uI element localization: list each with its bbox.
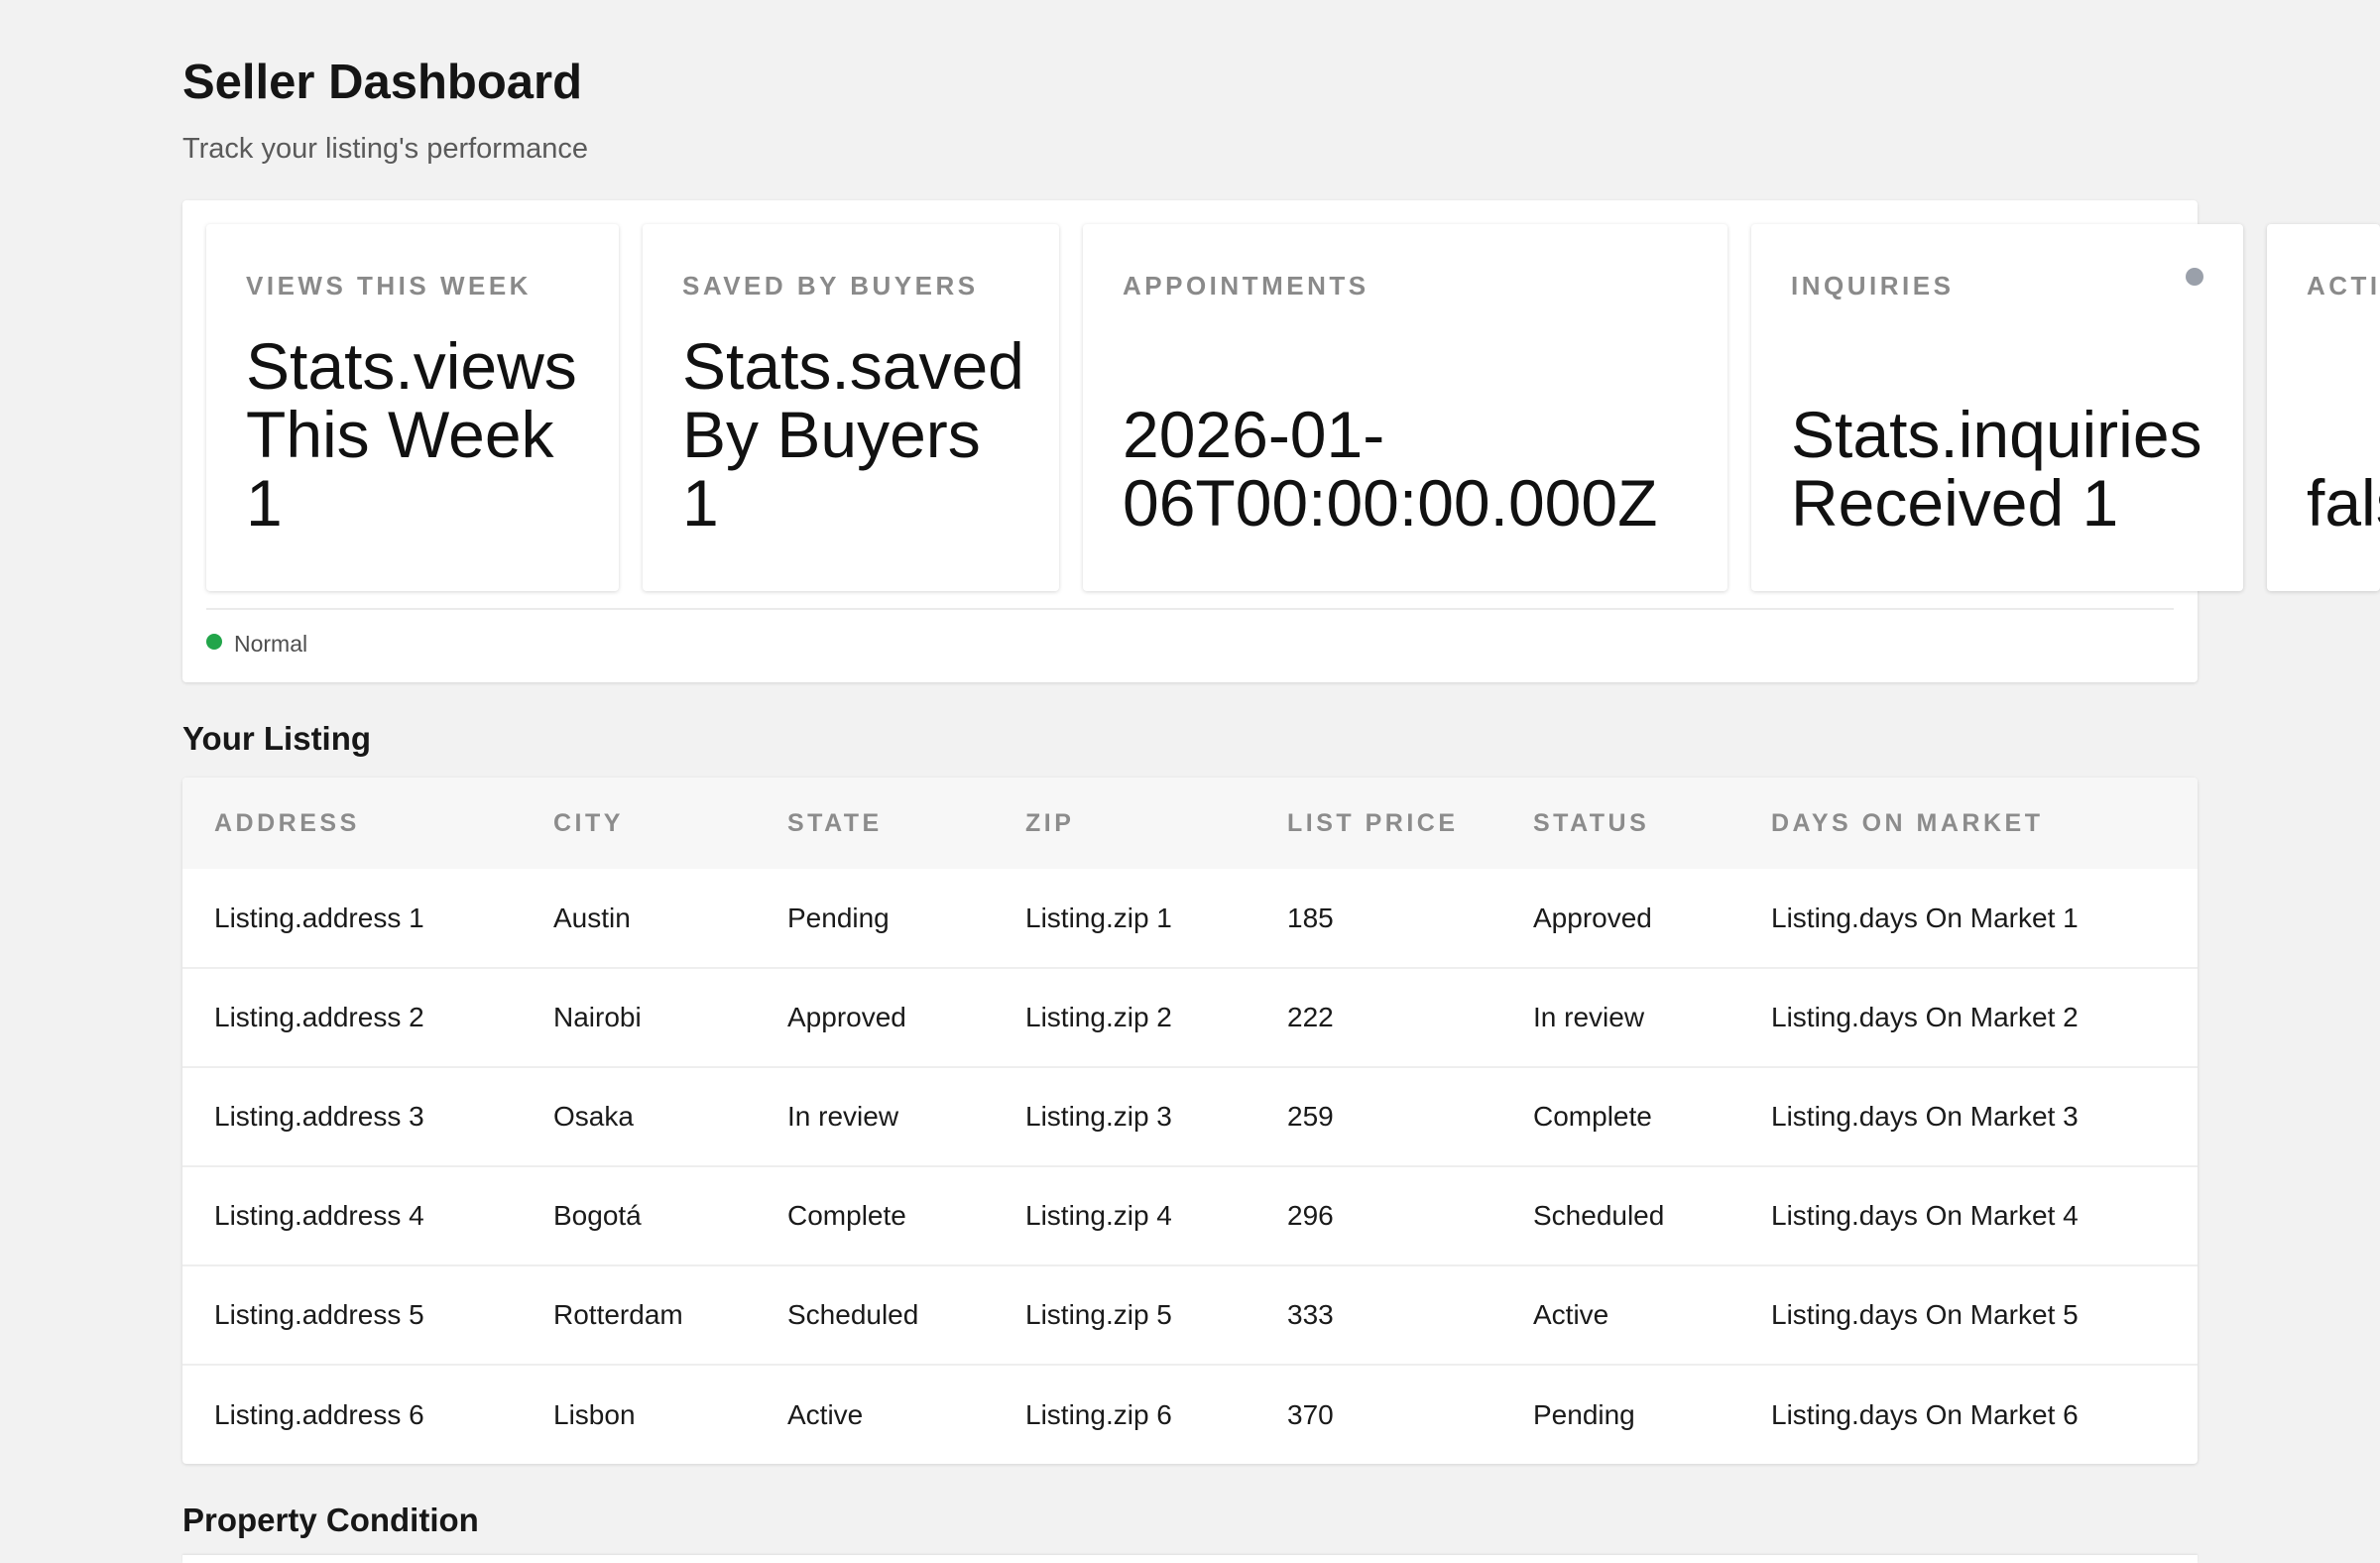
list-price-cell: 222 [1255, 967, 1501, 1067]
column-header-status: Status [1501, 778, 1739, 869]
column-header-city: City [522, 778, 756, 869]
zip-cell: Listing.zip 2 [994, 967, 1255, 1067]
address-cell: Listing.address 5 [182, 1264, 522, 1365]
stat-value: Stats.inquiries Received 1 [1791, 398, 2202, 540]
status-cell: Complete [1501, 1066, 1739, 1166]
days-on-market-cell: Listing.days On Market 6 [1739, 1364, 2198, 1464]
column-header-list-price: List Price [1255, 778, 1501, 869]
zip-cell: Listing.zip 3 [994, 1066, 1255, 1166]
table-row: Listing.address 6 Lisbon Active Listing.… [182, 1364, 2198, 1464]
days-on-market-cell: Listing.days On Market 2 [1739, 967, 2198, 1067]
column-header-days-on-market: Days On Market [1739, 778, 2198, 869]
status-dot-icon [206, 634, 222, 650]
state-cell: Approved [756, 967, 994, 1067]
page-subtitle: Track your listing's performance [182, 133, 588, 165]
stat-card-saved-by-buyers: Saved By Buyers Stats.saved By Buyers 1 [643, 224, 1059, 591]
address-cell: Listing.address 4 [182, 1165, 522, 1265]
city-cell: Austin [553, 902, 631, 933]
stats-card-row: Views This Week Stats.views This Week 1 … [182, 200, 2380, 597]
table-row: Listing.address 5 Rotterdam Scheduled Li… [182, 1264, 2198, 1365]
status-cell: Approved [1533, 902, 1652, 933]
zip-cell: Listing.zip 5 [994, 1264, 1255, 1365]
stats-divider [206, 608, 2174, 610]
stat-card-appointments: Appointments 2026-01- 06T00:00:00.000Z [1083, 224, 1727, 591]
property-condition-section-title: Property Condition [182, 1502, 479, 1538]
city-cell: Nairobi [522, 967, 756, 1067]
stat-card-inquiries: Inquiries Stats.inquiries Received 1 [1751, 224, 2243, 591]
zip-cell: Listing.zip 6 [994, 1364, 1255, 1464]
property-condition-panel [182, 1555, 2198, 1563]
days-on-market-cell: Listing.days On Market 4 [1739, 1165, 2198, 1265]
table-row: Listing.address 4 Bogotá Complete Listin… [182, 1165, 2198, 1265]
list-price-cell: 185 [1287, 902, 1334, 933]
state-cell: Scheduled [756, 1264, 994, 1365]
status-cell: In review [1501, 967, 1739, 1067]
stat-card-views-this-week: Views This Week Stats.views This Week 1 [206, 224, 619, 591]
city-cell: Osaka [522, 1066, 756, 1166]
indicator-dot-icon [2186, 268, 2203, 286]
listing-table: Address City State Zip List Price Status… [182, 778, 2198, 1464]
status-cell: Pending [1501, 1364, 1739, 1464]
city-cell: Rotterdam [522, 1264, 756, 1365]
table-row: Listing.address 3 Osaka In review Listin… [182, 1066, 2198, 1166]
address-cell: Listing.address 2 [182, 967, 522, 1067]
status-cell: Active [1501, 1264, 1739, 1365]
stat-value: false [2307, 466, 2380, 540]
listing-section-title: Your Listing [182, 720, 372, 757]
page-title: Seller Dashboard [182, 56, 583, 109]
state-cell: Complete [756, 1165, 994, 1265]
days-on-market-cell: Listing.days On Market 3 [1739, 1066, 2198, 1166]
address-cell: Listing.address 6 [182, 1364, 522, 1464]
days-on-market-cell: Listing.days On Market 5 [1739, 1264, 2198, 1365]
state-cell: In review [756, 1066, 994, 1166]
stat-label: Active Offers [2307, 271, 2380, 301]
list-price-cell: 370 [1255, 1364, 1501, 1464]
city-cell: Lisbon [522, 1364, 756, 1464]
status-text: Normal [234, 631, 308, 657]
state-cell: Pending [787, 902, 890, 933]
address-cell: Listing.address 3 [182, 1066, 522, 1166]
address-cell: Listing.address 1 [214, 902, 424, 933]
days-on-market-cell: Listing.days On Market 1 [1771, 902, 2079, 933]
listing-table-header: Address City State Zip List Price Status… [182, 778, 2198, 869]
zip-cell: Listing.zip 1 [1025, 902, 1172, 933]
stat-value: Stats.views This Week 1 [246, 329, 577, 540]
city-cell: Bogotá [522, 1165, 756, 1265]
stat-value: Stats.saved By Buyers 1 [682, 329, 1024, 540]
stat-label: Saved By Buyers [682, 271, 979, 301]
seller-dashboard-page: Seller Dashboard Track your listing's pe… [0, 0, 2380, 1563]
stat-value: 2026-01- 06T00:00:00.000Z [1123, 398, 1658, 540]
column-header-zip: Zip [994, 778, 1255, 869]
list-price-cell: 259 [1255, 1066, 1501, 1166]
state-cell: Active [756, 1364, 994, 1464]
column-header-address: Address [182, 778, 522, 869]
listing-header-row: Address City State Zip List Price Status… [182, 778, 2198, 869]
stat-label: Inquiries [1791, 271, 1955, 301]
listing-table-body: Listing.address 1 Austin Pending Listing… [182, 869, 2198, 1464]
list-price-cell: 333 [1255, 1264, 1501, 1365]
stats-panel: Views This Week Stats.views This Week 1 … [182, 200, 2380, 682]
list-price-cell: 296 [1255, 1165, 1501, 1265]
table-row: Listing.address 2 Nairobi Approved Listi… [182, 967, 2198, 1067]
status-cell: Scheduled [1501, 1165, 1739, 1265]
table-row: Listing.address 1 Austin Pending Listing… [182, 869, 2198, 968]
column-header-state: State [756, 778, 994, 869]
stat-label: Appointments [1123, 271, 1369, 301]
zip-cell: Listing.zip 4 [994, 1165, 1255, 1265]
stat-label: Views This Week [246, 271, 532, 301]
stat-card-active-offers: Active Offers false [2267, 224, 2380, 591]
